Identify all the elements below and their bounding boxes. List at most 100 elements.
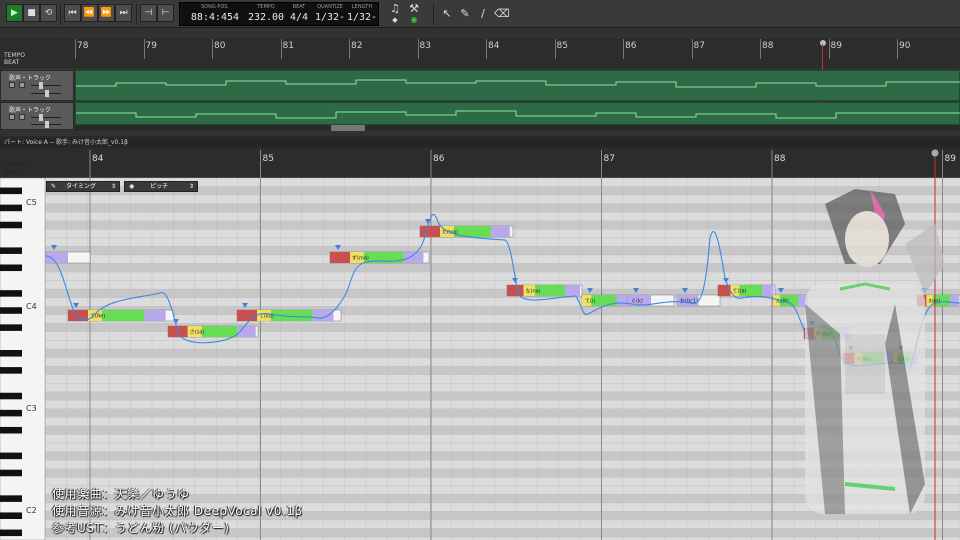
quantize-label: QUANTIZE <box>317 4 343 10</box>
note-release <box>403 252 424 263</box>
loop-icon: ⟲ <box>44 8 53 18</box>
tempo-label: TEMPO <box>257 4 275 10</box>
piano-black-key <box>0 307 22 314</box>
pitch-view-select[interactable]: ◉ ピッチ ⇕ <box>124 181 198 192</box>
arr-bar-line <box>75 39 76 59</box>
fast-forward-icon: ⏩ <box>100 8 113 18</box>
playhead-marker[interactable] <box>931 149 939 157</box>
note-release <box>491 226 510 237</box>
arr-bar-line <box>212 39 213 59</box>
piano-black-key <box>0 221 22 229</box>
volume-slider[interactable] <box>31 117 61 118</box>
solo-toggle[interactable] <box>19 82 25 88</box>
pr-tempo-label: TEMPO <box>4 162 25 169</box>
piano-black-key <box>0 247 22 254</box>
mute-toggle[interactable] <box>9 114 15 120</box>
pr-beat-label: BEAT <box>4 169 20 176</box>
metronome-on-icon: ◉ <box>410 15 418 24</box>
track-2-preview <box>76 110 960 119</box>
goto-end-button[interactable]: ⏭ <box>115 4 132 22</box>
volume-slider[interactable] <box>31 85 61 86</box>
marker-left-icon: ⊣ <box>144 8 153 18</box>
credit-voicebank: 使用音源：みけ音小太郎 DeepVocal v0.1β <box>52 504 303 518</box>
piano-keyboard <box>0 177 46 540</box>
arr-tempo-label: TEMPO <box>4 52 25 59</box>
piano-black-key <box>0 512 22 519</box>
note-consonant <box>68 310 88 321</box>
tempo-value[interactable]: 232.00 <box>244 12 288 23</box>
note-vowel <box>102 310 145 321</box>
volume-handle[interactable] <box>39 82 43 89</box>
stop-button[interactable]: ■ <box>23 4 40 22</box>
track-lane-1[interactable] <box>75 70 960 101</box>
pan-handle[interactable] <box>45 121 49 128</box>
arr-bar-number: 80 <box>214 41 226 51</box>
goto-start-button[interactable]: ⏮ <box>64 4 81 22</box>
volume-handle[interactable] <box>39 114 43 121</box>
pr-bar-number: 87 <box>604 154 615 164</box>
play-button[interactable]: ▶ <box>6 4 23 22</box>
track-header-1[interactable]: 歌声・トラック <box>0 70 74 101</box>
pan-handle[interactable] <box>45 90 49 97</box>
note-release <box>762 285 774 296</box>
piano-black-key <box>0 452 22 460</box>
note-dot-icon: ◆ <box>392 16 398 24</box>
track-header-2[interactable]: 歌声・トラック <box>0 102 74 130</box>
arr-horizontal-scrollbar[interactable] <box>75 125 960 131</box>
track-lane-2[interactable] <box>75 102 960 125</box>
rewind-icon: ⏪ <box>83 8 96 18</box>
pointer-tool-icon[interactable]: ↖ <box>440 8 454 20</box>
solo-toggle[interactable] <box>19 114 25 120</box>
mute-toggle[interactable] <box>9 82 15 88</box>
arr-bar-line <box>280 39 282 59</box>
track-name: 歌声・トラック <box>9 75 52 82</box>
loop-button[interactable]: ⟲ <box>40 4 57 22</box>
play-icon: ▶ <box>11 8 18 18</box>
arr-bar-number: 79 <box>145 41 157 51</box>
timing-mode-select[interactable]: ✎ タイミング ⇕ <box>46 181 120 192</box>
arr-bar-line <box>143 39 145 59</box>
pr-bar-number: 88 <box>774 154 786 164</box>
length-value[interactable]: 1/32- <box>345 12 379 23</box>
octave-label-c5: C5 <box>26 198 37 207</box>
arr-bar-number: 84 <box>488 41 500 51</box>
note-release <box>616 295 628 306</box>
marker-left-button[interactable]: ⊣ <box>140 4 157 22</box>
octave-label-c2: C2 <box>26 506 37 515</box>
fast-forward-button[interactable]: ⏩ <box>98 4 115 22</box>
pencil-tool-icon[interactable]: ✎ <box>458 8 472 20</box>
arr-playhead-marker[interactable] <box>820 40 826 46</box>
rewind-button[interactable]: ⏪ <box>81 4 98 22</box>
arr-bar-line <box>417 39 419 59</box>
arr-bar-number: 87 <box>693 41 705 51</box>
piano-black-key <box>0 290 22 297</box>
octave-label-c4: C4 <box>26 302 37 311</box>
quantize-value[interactable]: 1/32- <box>313 12 347 23</box>
note-lyric: て(ta) <box>733 289 747 295</box>
dropdown-icon: ⇕ <box>188 183 194 190</box>
eraser-tool-icon[interactable]: ⌫ <box>494 8 510 20</box>
dropdown-icon: ⇕ <box>110 183 116 190</box>
piano-black-key <box>0 529 22 537</box>
song-info-display: SONG POS. 88:4:454 TEMPO 232.00 BEAT 4/4… <box>179 2 379 26</box>
marker-right-button[interactable]: ⊢ <box>157 4 174 22</box>
pitch-label: ピッチ <box>150 183 169 190</box>
eye-icon: ◉ <box>129 183 135 190</box>
arr-scroll-thumb[interactable] <box>331 125 365 131</box>
credit-reference-ust: 参考UST：うどん粉 (パウダー) <box>52 521 230 535</box>
pr-bar-number: 84 <box>92 154 104 164</box>
line-tool-icon[interactable]: ∕ <box>476 8 490 20</box>
piano-black-key <box>0 409 22 417</box>
arr-bar-line <box>760 39 761 59</box>
beat-value[interactable]: 4/4 <box>288 12 310 23</box>
piano-black-key <box>0 187 22 195</box>
pr-bar-number: 89 <box>945 154 957 164</box>
arr-bar-line <box>828 39 830 59</box>
pencil-icon: ✎ <box>51 183 57 190</box>
arr-bar-line <box>349 39 350 59</box>
arr-bar-number: 90 <box>899 41 911 51</box>
song-pos-label: SONG POS. <box>200 4 230 10</box>
arr-bar-number: 81 <box>282 41 294 51</box>
pr-bar-number: 85 <box>263 154 274 164</box>
transport-toolbar: ▶ ■ ⟲ ⏮ ⏪ ⏩ ⏭ ⊣ ⊢ SONG POS. 88:4:454 TEM… <box>0 0 960 28</box>
